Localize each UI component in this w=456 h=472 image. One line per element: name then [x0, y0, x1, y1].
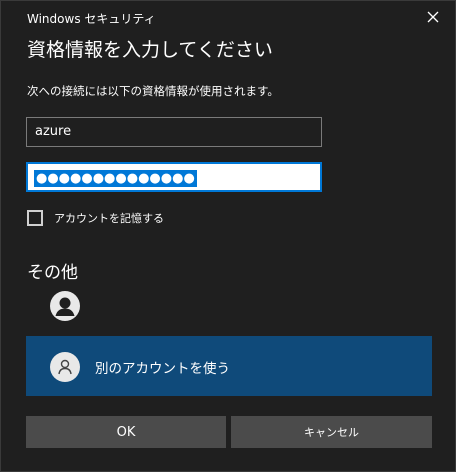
saved-account-tile[interactable]	[50, 291, 80, 321]
password-field[interactable]: ●●●●●●●●●●●●●●	[26, 162, 322, 192]
dialog-description: 次への接続には以下の資格情報が使用されます。	[27, 84, 279, 98]
use-other-account-label: 別のアカウントを使う	[95, 361, 230, 377]
username-value: azure	[35, 124, 72, 139]
remember-account-checkbox[interactable]: アカウントを記憶する	[27, 210, 164, 226]
other-options-heading: その他	[27, 263, 78, 283]
ok-button[interactable]: OK	[26, 416, 226, 448]
use-other-account-option[interactable]: 別のアカウントを使う	[26, 336, 432, 396]
window-title: Windows セキュリティ	[27, 12, 156, 26]
title-bar: Windows セキュリティ	[1, 1, 455, 31]
close-button[interactable]	[411, 1, 455, 33]
username-field[interactable]: azure	[26, 117, 322, 147]
checkbox-box[interactable]	[27, 210, 43, 226]
close-icon	[427, 11, 439, 23]
remember-account-label: アカウントを記憶する	[54, 212, 164, 225]
dialog-heading: 資格情報を入力してください	[27, 39, 273, 61]
password-value: ●●●●●●●●●●●●●●	[34, 170, 197, 187]
other-account-avatar	[50, 352, 80, 382]
credential-dialog: Windows セキュリティ 資格情報を入力してください 次への接続には以下の資…	[0, 0, 456, 472]
user-outline-icon	[58, 359, 72, 375]
user-icon	[50, 291, 80, 321]
cancel-button[interactable]: キャンセル	[231, 416, 432, 448]
